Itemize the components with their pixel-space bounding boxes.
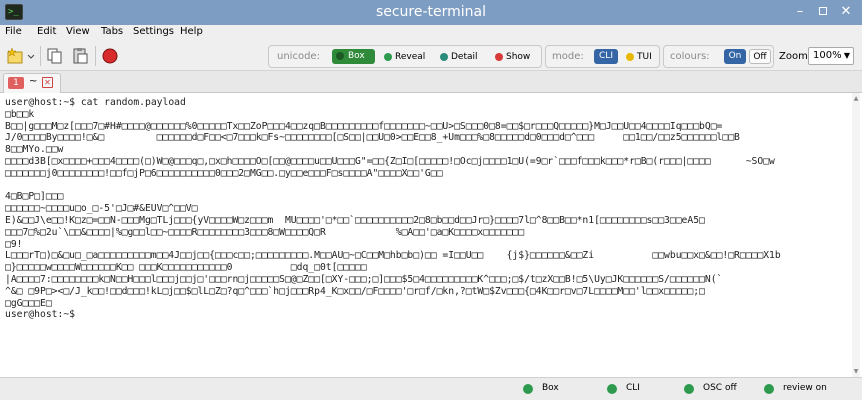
mode-tui-button[interactable]: TUI xyxy=(622,49,656,65)
tab-close-icon[interactable]: ✕ xyxy=(42,77,53,88)
maximize-icon[interactable] xyxy=(815,4,831,20)
unicode-reveal-button[interactable]: Reveal xyxy=(380,49,432,65)
status-dot-icon xyxy=(495,53,503,61)
scroll-up-icon[interactable]: ▲ xyxy=(852,95,860,102)
status-dot-icon xyxy=(440,53,448,61)
window-title: secure-terminal xyxy=(375,4,487,20)
payload-output: □b□□k B□□|g□□□M□z[□□□7□#H#□□□□@□□□□□□%0□… xyxy=(5,108,781,309)
menu-edit[interactable]: Edit xyxy=(37,26,56,37)
colours-group: colours: On Off xyxy=(663,45,774,68)
final-prompt: user@host:~$ xyxy=(5,309,75,321)
scrollbar[interactable]: ▲ ▼ xyxy=(852,93,860,377)
mode-group: mode: CLI TUI xyxy=(545,45,660,68)
tab-session[interactable]: 1 ~ ✕ xyxy=(3,73,61,93)
unicode-box-button[interactable]: Box xyxy=(332,49,375,64)
copy-icon[interactable] xyxy=(45,46,65,66)
status-dot-icon xyxy=(523,384,533,394)
status-dot-icon xyxy=(764,384,774,394)
menu-bar: File Edit View Tabs Settings Help xyxy=(0,25,862,41)
menu-settings[interactable]: Settings xyxy=(133,26,174,37)
terminal-output: user@host:~$ cat random.payload □b□□k B□… xyxy=(5,97,781,321)
close-icon[interactable]: ✕ xyxy=(838,4,854,20)
colours-off-button[interactable]: Off xyxy=(749,49,771,64)
toolbar-divider xyxy=(95,46,96,66)
prompt: user@host:~$ xyxy=(5,97,81,108)
menu-view[interactable]: View xyxy=(66,26,90,37)
command-text: cat random.payload xyxy=(80,97,186,108)
tab-bar: 1 ~ ✕ xyxy=(0,71,862,93)
chevron-down-icon: ▼ xyxy=(843,51,850,60)
toolbar: unicode: Box Reveal Detail Show mode: CL… xyxy=(0,41,862,71)
minimize-icon[interactable]: – xyxy=(792,4,808,20)
paste-icon[interactable] xyxy=(70,46,90,66)
chevron-down-icon[interactable] xyxy=(26,46,36,66)
status-dot-icon xyxy=(607,384,617,394)
menu-help[interactable]: Help xyxy=(180,26,203,37)
app-window: >_ secure-terminal – ✕ File Edit View Ta… xyxy=(0,0,862,400)
title-bar: >_ secure-terminal – ✕ xyxy=(0,0,862,25)
menu-file[interactable]: File xyxy=(5,26,22,37)
colours-on-button[interactable]: On xyxy=(724,49,746,64)
unicode-show-button[interactable]: Show xyxy=(491,49,537,65)
menu-tabs[interactable]: Tabs xyxy=(101,26,123,37)
unicode-group: unicode: Box Reveal Detail Show xyxy=(268,45,542,68)
new-session-icon[interactable] xyxy=(6,46,26,66)
mode-cli-button[interactable]: CLI xyxy=(594,49,618,64)
record-icon[interactable] xyxy=(100,46,120,66)
tab-number-badge: 1 xyxy=(8,77,24,89)
unicode-label: unicode: xyxy=(277,51,320,62)
terminal-area[interactable]: user@host:~$ cat random.payload □b□□k B□… xyxy=(0,93,862,377)
zoom-select[interactable]: 100% ▼ xyxy=(808,47,854,65)
toolbar-divider xyxy=(40,46,41,66)
status-dot-icon xyxy=(626,53,634,61)
status-bar: Box CLI OSC off review on xyxy=(0,377,862,400)
status-dot-icon xyxy=(384,53,392,61)
unicode-detail-button[interactable]: Detail xyxy=(436,49,484,65)
tab-title: ~ xyxy=(29,76,38,87)
mode-label: mode: xyxy=(552,51,584,62)
status-dot-icon xyxy=(684,384,694,394)
zoom-label: Zoom xyxy=(779,51,808,62)
colours-label: colours: xyxy=(670,51,710,62)
scroll-down-icon[interactable]: ▼ xyxy=(852,368,860,375)
